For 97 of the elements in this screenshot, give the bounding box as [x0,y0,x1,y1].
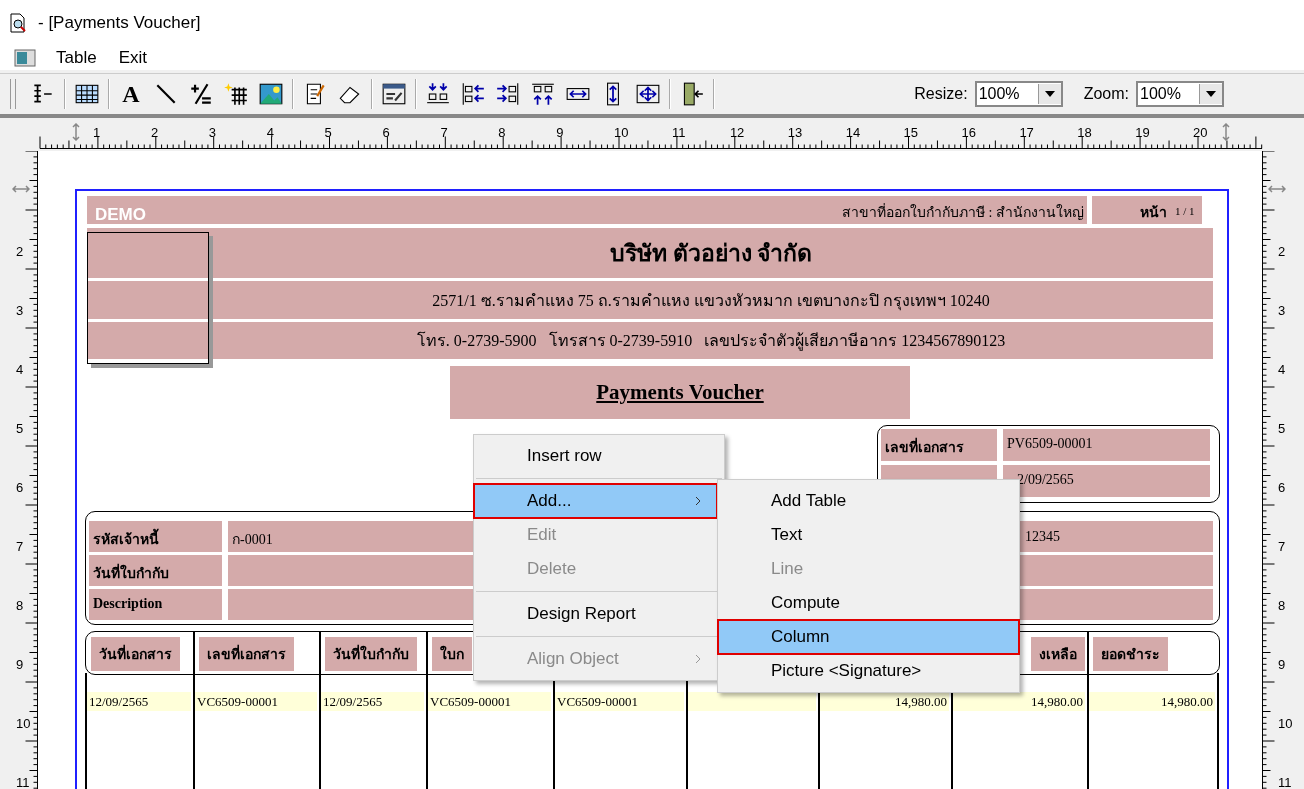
resize-arrow-icon [12,184,30,194]
ruler-number: 6 [1278,480,1286,495]
ruler-number: 5 [324,125,332,140]
ruler-number: 9 [16,657,24,672]
column-header: ใบก [432,637,472,671]
menu-item[interactable]: Add... [474,484,717,518]
demo-label: DEMO [95,205,146,225]
ruler-number: 15 [903,125,919,140]
print-preview-icon [8,13,28,33]
app-icon [14,49,36,67]
page-number: 1 / 1 [1175,205,1195,217]
ruler-number: 2 [150,125,159,140]
column-header: วันที่ใบกำกับ [325,637,417,671]
menu-item[interactable]: Compute [718,586,1019,620]
table-cell: 12/09/2565 [87,692,191,711]
ruler-number: 10 [614,125,629,140]
resize-arrow-icon [1268,184,1286,194]
resize-label: Resize: [914,85,968,103]
menu-item[interactable]: Text [718,518,1019,552]
ruler-number: 17 [1019,125,1034,140]
resize-arrow-icon [71,123,81,141]
ruler-number: 3 [16,303,24,318]
company-contact: โทร. 0-2739-5900 โทรสาร 0-2739-5910 เลขประจำตัวผู้เสียภาษีอากร 1234567890123 [416,330,1006,353]
ruler-number: 8 [16,598,24,613]
text-tool-button[interactable]: A [117,81,145,107]
zoom-label: Zoom: [1083,85,1129,103]
ruler-number: 18 [1077,125,1092,140]
dropdown-arrow-icon [1044,91,1055,97]
grid-spark-icon[interactable] [222,81,250,107]
dropdown-arrow-icon [1206,91,1216,97]
report-title: Payments Voucher [596,380,764,405]
ruler-number: 11 [16,775,30,789]
ruler-number: 20 [1193,125,1208,140]
table-cell: VC6509-00001 [195,692,317,711]
ruler-number: 4 [16,362,24,377]
zoom-dropdown[interactable]: 100% [1136,81,1224,107]
ruler-number: 3 [1278,303,1286,318]
ruler-number: 8 [498,125,506,140]
ruler-number: 7 [16,539,24,554]
window-settings-icon[interactable] [380,81,408,107]
field-value: ก-0001 [231,531,274,549]
window-title: - [Payments Voucher] [38,13,201,33]
ruler-number: 11 [672,125,686,140]
menu-item[interactable]: Picture <Signature> [718,654,1019,688]
field-label: วันที่ใบกำกับ [89,555,173,591]
ruler-number: 14 [845,125,861,140]
ruler-number: 11 [1278,775,1292,789]
menu-item[interactable]: Design Report [474,597,717,631]
ruler-number: 6 [382,125,390,140]
ruler-number: 16 [961,125,976,140]
ruler-number: 13 [787,125,803,140]
ruler-number: 1 [93,125,101,140]
ruler-number: 19 [1135,125,1150,140]
ruler-number: 8 [1278,598,1286,613]
table-cell: 14,980.00 [953,692,1085,711]
company-name: บริษัท ตัวอย่าง จำกัด [609,240,813,268]
field-value: 2/09/2565 [1016,471,1075,489]
align-top-icon[interactable] [529,81,557,107]
field-label: เลขที่เอกสาร [881,429,968,465]
ruler-number: 9 [556,125,564,140]
menu-item[interactable]: Column [718,620,1019,654]
menu-item[interactable]: Table [54,48,99,68]
column-header: วันที่เอกสาร [91,637,180,671]
table-cell: 14,980.00 [1089,692,1215,711]
ruler-number: 3 [208,125,217,140]
field-label: Description [92,595,164,613]
column-header: งเหลือ [1031,637,1085,671]
ruler-number: 10 [16,716,31,731]
branch-text: สาขาที่ออกใบกำกับภาษี : สำนักงานใหญ่ [842,202,1084,222]
resize-arrow-icon [1221,123,1231,141]
menu-item[interactable]: Insert row [474,439,717,473]
menu-item[interactable]: Add Table [718,484,1019,518]
image-icon[interactable] [257,81,285,107]
company-address: 2571/1 ซ.รามคำแหง 75 ถ.รามคำแหง แขวงหัวหมาก เขตบางกะปิ กรุงเทพฯ 10240 [432,290,990,313]
table-cell: 12/09/2565 [321,692,424,711]
ruler-number: 7 [1278,539,1286,554]
page-label: หน้า [1140,204,1167,222]
ruler-number: 2 [1278,244,1286,259]
column-header: ยอดชำระ [1093,637,1168,671]
ruler-number: 10 [1278,716,1293,731]
ruler-number: 5 [1278,421,1286,436]
ruler-number: 9 [1278,657,1286,672]
field-value: 12345 [1025,529,1060,545]
ruler-number: 4 [1278,362,1286,377]
column-header: เลขที่เอกสาร [199,637,294,671]
field-label: รหัสเจ้าหนี้ [89,521,163,557]
resize-dropdown[interactable]: 100% [974,81,1063,107]
ruler-number: 2 [16,244,24,259]
ruler-number: 4 [266,125,274,140]
ruler-number: 6 [16,480,24,495]
ruler-number: 12 [729,125,745,140]
table-cell: VC6509-00001 [555,692,684,711]
table-cell: VC6509-00001 [428,692,551,711]
field-value: PV6509-00001 [1006,435,1094,453]
ruler-number: 5 [16,421,24,436]
menu-item[interactable]: Exit [116,48,149,68]
ruler-number: 7 [440,125,448,140]
